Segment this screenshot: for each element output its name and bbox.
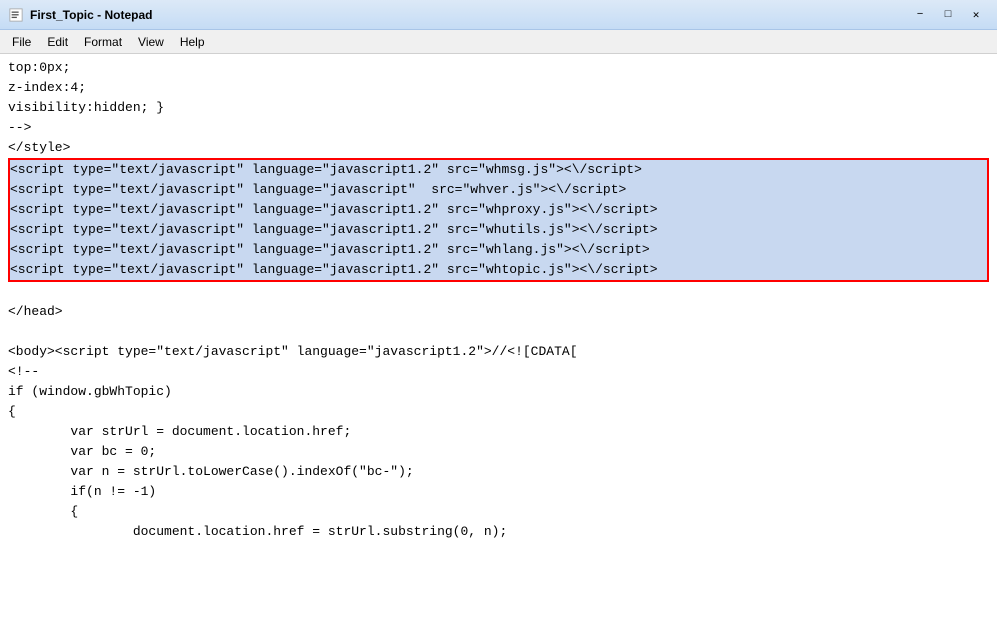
code-line (8, 322, 989, 342)
code-line: var n = strUrl.toLowerCase().indexOf("bc… (8, 462, 989, 482)
code-line: top:0px; (8, 58, 989, 78)
code-line: <script type="text/javascript" language=… (10, 160, 987, 180)
code-line: visibility:hidden; } (8, 98, 989, 118)
code-line: <body><script type="text/javascript" lan… (8, 342, 989, 362)
maximize-button[interactable]: □ (935, 5, 961, 25)
menu-format[interactable]: Format (76, 33, 130, 51)
app-icon (8, 7, 24, 23)
code-line: { (8, 502, 989, 522)
code-line: if (window.gbWhTopic) (8, 382, 989, 402)
window-title: First_Topic - Notepad (30, 8, 907, 22)
code-line: <script type="text/javascript" language=… (10, 260, 987, 280)
menu-edit[interactable]: Edit (39, 33, 76, 51)
window-controls[interactable]: − □ ✕ (907, 5, 989, 25)
code-line: <script type="text/javascript" language=… (10, 240, 987, 260)
code-line: z-index:4; (8, 78, 989, 98)
code-line: --> (8, 118, 989, 138)
code-line: var bc = 0; (8, 442, 989, 462)
title-bar: First_Topic - Notepad − □ ✕ (0, 0, 997, 30)
code-line (8, 282, 989, 302)
highlighted-block: <script type="text/javascript" language=… (8, 158, 989, 282)
code-line: </style> (8, 138, 989, 158)
code-line: <script type="text/javascript" language=… (10, 180, 987, 200)
code-line: <script type="text/javascript" language=… (10, 200, 987, 220)
menu-file[interactable]: File (4, 33, 39, 51)
code-line: { (8, 402, 989, 422)
code-line: <script type="text/javascript" language=… (10, 220, 987, 240)
code-line: document.location.href = strUrl.substrin… (8, 522, 989, 542)
text-editor[interactable]: top:0px; z-index:4; visibility:hidden; }… (0, 54, 997, 641)
code-line: </head> (8, 302, 989, 322)
menu-view[interactable]: View (130, 33, 172, 51)
code-line: var strUrl = document.location.href; (8, 422, 989, 442)
menu-bar: File Edit Format View Help (0, 30, 997, 54)
code-line: <!-- (8, 362, 989, 382)
code-line: if(n != -1) (8, 482, 989, 502)
minimize-button[interactable]: − (907, 5, 933, 25)
menu-help[interactable]: Help (172, 33, 213, 51)
close-button[interactable]: ✕ (963, 5, 989, 25)
